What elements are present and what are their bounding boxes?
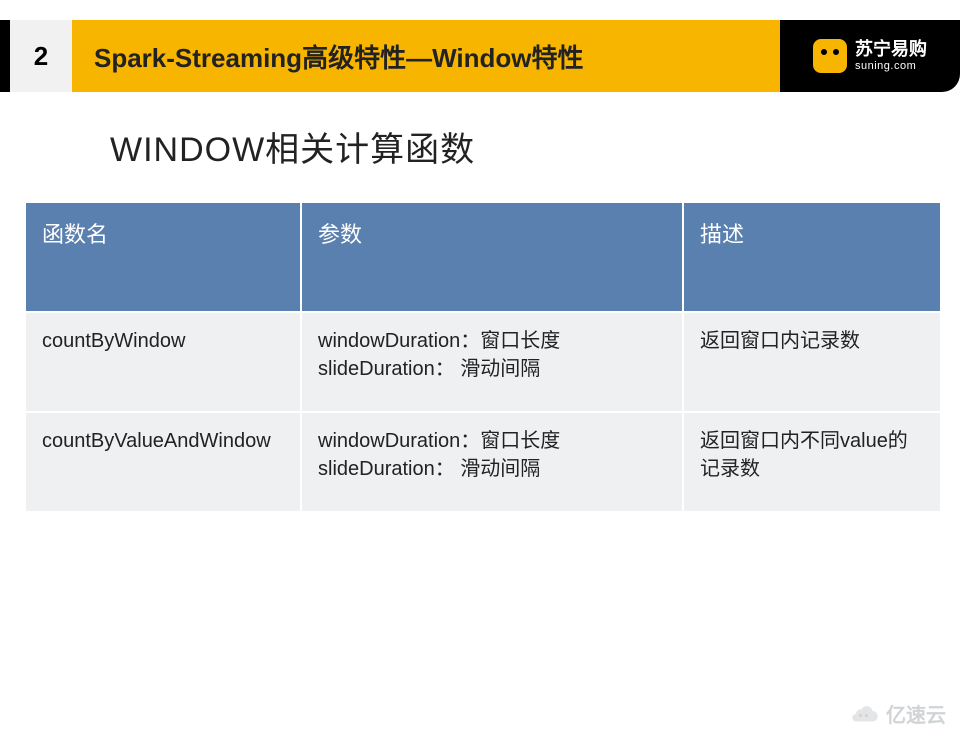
functions-table: 函数名 参数 描述 countByWindow windowDuration：窗… bbox=[24, 201, 942, 513]
section-title: WINDOW相关计算函数 bbox=[110, 122, 936, 171]
cell-desc: 返回窗口内记录数 bbox=[683, 312, 941, 412]
header-name: 函数名 bbox=[25, 202, 301, 312]
header-param: 参数 bbox=[301, 202, 683, 312]
table-row: countByValueAndWindow windowDuration：窗口长… bbox=[25, 412, 941, 512]
cell-name: countByWindow bbox=[25, 312, 301, 412]
slide-number-tab: 2 bbox=[0, 20, 72, 92]
cell-name: countByValueAndWindow bbox=[25, 412, 301, 512]
slide-header: 2 Spark-Streaming高级特性—Window特性 苏宁易购 suni… bbox=[0, 20, 960, 92]
cell-param: windowDuration：窗口长度 slideDuration： 滑动间隔 bbox=[301, 312, 683, 412]
watermark-text: 亿速云 bbox=[886, 699, 946, 728]
table-header-row: 函数名 参数 描述 bbox=[25, 202, 941, 312]
brand-badge: 苏宁易购 suning.com bbox=[780, 20, 960, 92]
brand-name-en: suning.com bbox=[855, 60, 927, 72]
brand-text: 苏宁易购 suning.com bbox=[855, 40, 927, 72]
slide-title-bar: Spark-Streaming高级特性—Window特性 bbox=[72, 20, 780, 92]
suning-lion-icon bbox=[813, 39, 847, 73]
watermark: 亿速云 bbox=[850, 699, 946, 728]
cloud-icon bbox=[850, 704, 880, 724]
cell-desc: 返回窗口内不同value的记录数 bbox=[683, 412, 941, 512]
slide-number: 2 bbox=[34, 41, 48, 72]
slide-title: Spark-Streaming高级特性—Window特性 bbox=[94, 38, 583, 75]
header-desc: 描述 bbox=[683, 202, 941, 312]
cell-param: windowDuration：窗口长度 slideDuration： 滑动间隔 bbox=[301, 412, 683, 512]
slide-content: WINDOW相关计算函数 函数名 参数 描述 countByWindow win… bbox=[0, 92, 960, 513]
brand-name-cn: 苏宁易购 bbox=[855, 40, 927, 60]
table-row: countByWindow windowDuration：窗口长度 slideD… bbox=[25, 312, 941, 412]
